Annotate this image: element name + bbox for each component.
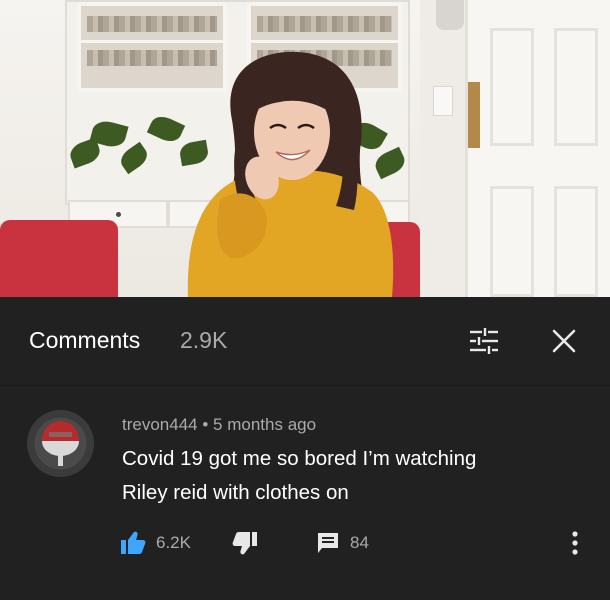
comments-panel: Comments 2.9K trevon444 • 5 months ago C… [0, 297, 610, 600]
reply-count: 84 [350, 533, 369, 552]
reply-button[interactable]: 84 [316, 529, 369, 557]
dislike-button[interactable] [232, 529, 258, 557]
meta-separator: • [202, 415, 209, 434]
close-button[interactable] [544, 321, 584, 361]
reply-comment-icon [318, 533, 338, 553]
comments-header: Comments 2.9K [0, 297, 610, 386]
thumbs-up-icon [121, 531, 146, 554]
comments-title: Comments [29, 327, 141, 353]
app-frame: Comments 2.9K trevon444 • 5 months ago C… [0, 0, 610, 600]
like-count: 6.2K [156, 533, 191, 552]
comment-author[interactable]: trevon444 [122, 415, 198, 434]
person-illustration [187, 51, 394, 297]
like-button[interactable]: 6.2K [120, 529, 191, 557]
video-frame[interactable] [0, 0, 610, 297]
sort-filter-button[interactable] [464, 321, 504, 361]
comment-text: Covid 19 got me so bored I’m watching Ri… [122, 442, 542, 510]
comment-text-line: Covid 19 got me so bored I’m watching [122, 447, 477, 470]
sort-filter-icon [470, 328, 498, 354]
more-options-button[interactable] [560, 526, 590, 560]
thumbs-down-icon [232, 532, 257, 555]
more-vert-icon [572, 531, 578, 555]
comment-time: 5 months ago [213, 415, 317, 434]
close-icon [552, 329, 576, 353]
comment-actions: 6.2K 84 [120, 529, 590, 557]
comment-meta: trevon444 • 5 months ago [122, 414, 316, 436]
uchiha-fan-avatar-icon [27, 410, 94, 477]
comment-item: trevon444 • 5 months ago Covid 19 got me… [0, 386, 610, 600]
comments-count: 2.9K [180, 327, 228, 353]
avatar[interactable] [27, 410, 94, 477]
comment-text-line: Riley reid with clothes on [122, 481, 349, 504]
